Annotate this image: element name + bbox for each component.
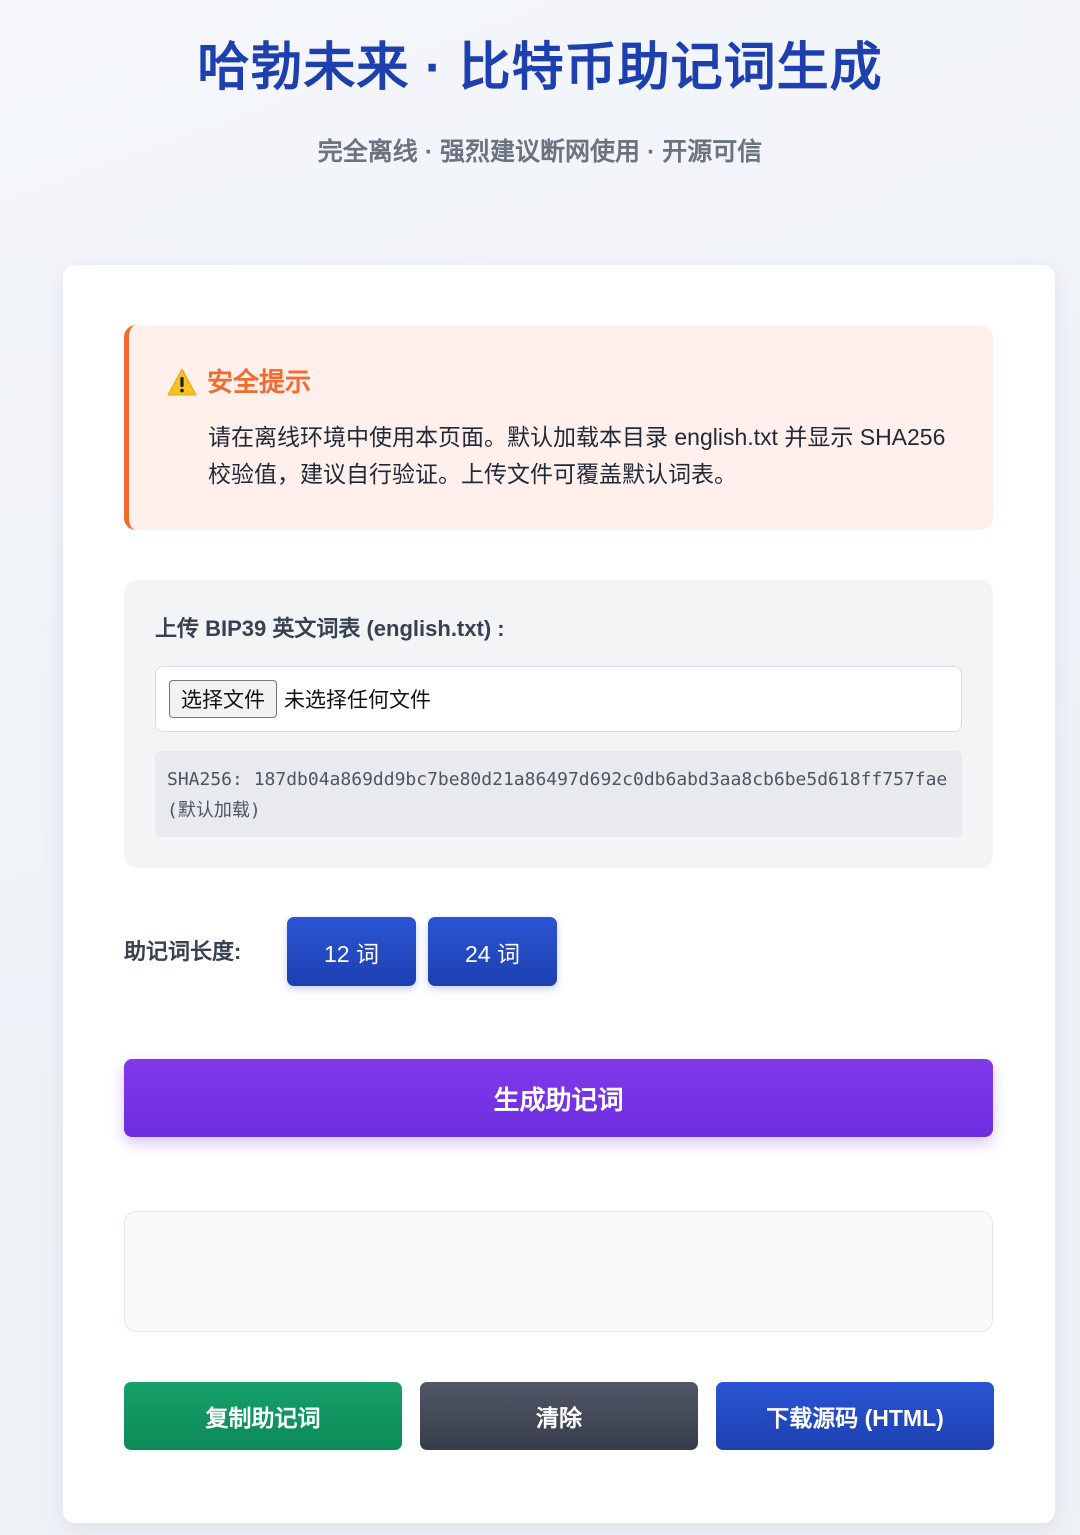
page-subtitle: 完全离线 · 强烈建议断网使用 · 开源可信 xyxy=(317,138,763,166)
security-notice: 安全提示 请在离线环境中使用本页面。默认加载本目录 english.txt 并显… xyxy=(124,325,993,530)
mnemonic-length-selector: 助记词长度: 12 词 24 词 xyxy=(124,917,993,987)
download-source-button[interactable]: 下载源码 (HTML) xyxy=(716,1382,994,1450)
security-notice-text: 请在离线环境中使用本页面。默认加载本目录 english.txt 并显示 SHA… xyxy=(208,424,946,487)
sha256-display: SHA256: 187db04a869dd9bc7be80d21a86497d6… xyxy=(155,751,962,837)
security-notice-header: 安全提示 xyxy=(167,365,311,399)
wordlist-upload-panel: 上传 BIP39 英文词表 (english.txt) : 选择文件 未选择任何… xyxy=(124,580,993,868)
copy-mnemonic-button[interactable]: 复制助记词 xyxy=(124,1382,402,1450)
file-status-text: 未选择任何文件 xyxy=(284,689,431,712)
main-card: 安全提示 请在离线环境中使用本页面。默认加载本目录 english.txt 并显… xyxy=(63,265,1055,1523)
wordlist-upload-label: 上传 BIP39 英文词表 (english.txt) : xyxy=(155,616,505,641)
length-12-button[interactable]: 12 词 xyxy=(287,917,416,986)
length-24-button[interactable]: 24 词 xyxy=(428,917,557,986)
choose-file-button[interactable]: 选择文件 xyxy=(169,680,277,718)
mnemonic-length-label: 助记词长度: xyxy=(124,939,242,964)
mnemonic-output[interactable] xyxy=(124,1211,993,1332)
generate-mnemonic-button[interactable]: 生成助记词 xyxy=(124,1059,993,1137)
security-notice-title: 安全提示 xyxy=(207,367,312,397)
clear-button[interactable]: 清除 xyxy=(420,1382,698,1450)
warning-icon xyxy=(167,368,197,396)
wordlist-file-input[interactable]: 选择文件 未选择任何文件 xyxy=(155,666,962,732)
page-title: 哈勃未来 · 比特币助记词生成 xyxy=(197,39,883,97)
